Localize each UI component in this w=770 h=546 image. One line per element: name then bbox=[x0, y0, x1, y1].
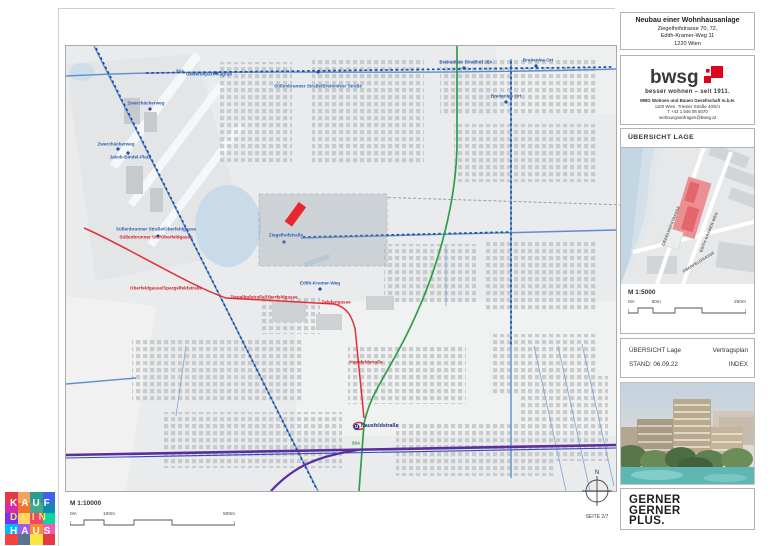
map-label: Jakob-Bindel-Platz bbox=[109, 156, 150, 161]
map-label: Süßenbrunner Str./Oberfeldgasse bbox=[119, 236, 192, 241]
minimap-labels-layer: ZIEGELHOFSTRASSE EDITH-KRAMER-WEGOBERFELD… bbox=[621, 148, 754, 284]
map-station-label: UHausfeldstraße bbox=[354, 424, 399, 430]
bwsg-block: bwsg besser wohnen – seit 1911. WBG Wohn… bbox=[620, 55, 755, 125]
bwsg-logo-square-small bbox=[706, 69, 710, 73]
title-block: Neubau einer Wohnhausanlage Ziegelhofstr… bbox=[620, 12, 755, 50]
map-scalebar: 0m 100m 500m bbox=[70, 513, 240, 529]
scale-tick-label: 0m bbox=[70, 512, 77, 517]
scale-tick-label: 0m bbox=[628, 300, 635, 305]
map-label: Ziegelhofstraße bbox=[269, 234, 303, 239]
bwsg-logo-square-large bbox=[711, 66, 723, 78]
minimap-street-label: OBERFELDGASSE bbox=[682, 251, 715, 274]
map-label: Zwerchäckerweg bbox=[97, 143, 134, 148]
minimap-street-label: EDITH-KRAMER-WEG bbox=[699, 212, 719, 253]
scale-tick-label: 100m bbox=[103, 512, 115, 517]
overview-scale-label: M 1:5000 bbox=[628, 289, 747, 296]
minimap-street-label: ZIEGELHOFSTRASSE bbox=[661, 205, 681, 246]
plan-contract: Vertragsplan bbox=[713, 347, 748, 354]
overview-minimap[interactable]: ZIEGELHOFSTRASSE EDITH-KRAMER-WEGOBERFELD… bbox=[621, 148, 754, 284]
map-label: Zwerchäckerweg bbox=[127, 102, 164, 107]
map-labels-layer: Gewerbepark Kagran26ASüßenbrunner Straße… bbox=[66, 46, 616, 491]
kaufdeinhaus-text: KAUF DEIN HAUS bbox=[5, 492, 55, 545]
map-label: Breitenleer Friedhof 26A bbox=[439, 61, 492, 66]
kaufdeinhaus-line: HAUS bbox=[10, 527, 54, 537]
project-address-2: Edith-Kramer-Weg 11 bbox=[621, 33, 754, 39]
scale-tick-label: 250m bbox=[734, 300, 746, 305]
page-number: SEITE 2/7 bbox=[577, 514, 617, 520]
map-label: Oberfeldgasse/Spargelfeldstraße bbox=[130, 287, 202, 292]
overview-scale-block: M 1:5000 0m 50m 250m bbox=[621, 284, 754, 317]
scale-tick-label: 500m bbox=[223, 512, 235, 517]
bwsg-logo: bwsg bbox=[621, 63, 754, 89]
map-scale-label: M 1:10000 bbox=[70, 500, 240, 507]
overview-block: ÜBERSICHT LAGE bbox=[620, 128, 755, 334]
architect-logo: GERNER GERNER PLUS. bbox=[620, 488, 755, 530]
overview-heading: ÜBERSICHT LAGE bbox=[621, 129, 754, 148]
compass-icon bbox=[582, 476, 612, 506]
map-label: Süßenbrunner Straße/Breitenleer Straße bbox=[274, 85, 362, 90]
compass-block: N SEITE 2/7 bbox=[577, 470, 617, 520]
map-label: Zehdengasse bbox=[321, 301, 350, 306]
map-label: Edith-Kramer-Weg bbox=[300, 282, 340, 287]
bwsg-company: WBG Wohnen und Bauen Gesellschaft m.b.H. bbox=[621, 98, 754, 104]
kaufdeinhaus-logo[interactable]: KAUF DEIN HAUS bbox=[5, 492, 55, 545]
project-address-1: Ziegelhofstrasse 70, 72, bbox=[621, 26, 754, 32]
map-label: Hausfeldstraße bbox=[349, 361, 382, 366]
map-label: 26A bbox=[176, 70, 184, 75]
bwsg-logo-text: bwsg bbox=[650, 67, 699, 88]
map-label: Ziegelhofstraße/Oberfeldgasse bbox=[230, 296, 297, 301]
map-scale-block: M 1:10000 0m 100m 500m bbox=[70, 500, 240, 529]
kaufdeinhaus-line: DEIN bbox=[10, 513, 50, 523]
map-label: Gewerbepark Kagran bbox=[186, 73, 232, 78]
bwsg-slogan: besser wohnen – seit 1911. bbox=[621, 89, 754, 95]
plan-type: ÜBERSICHT Lage bbox=[629, 347, 681, 354]
rendering-graphic bbox=[621, 383, 754, 484]
overview-scalebar: 0m 50m 250m bbox=[628, 301, 747, 317]
map-label: Breitenlee Ort bbox=[523, 59, 553, 64]
plan-stand: STAND: 06.09.22 bbox=[629, 361, 678, 368]
project-rendering bbox=[620, 382, 755, 485]
scale-tick-label: 50m bbox=[652, 300, 661, 305]
plan-info-block: ÜBERSICHT Lage Vertragsplan STAND: 06.09… bbox=[620, 338, 755, 378]
project-title: Neubau einer Wohnhausanlage bbox=[621, 17, 754, 24]
ubahn-station-icon: U bbox=[354, 424, 360, 430]
map-panel[interactable]: Gewerbepark Kagran26ASüßenbrunner Straße… bbox=[65, 45, 617, 492]
project-address-3: 1220 Wien bbox=[621, 41, 754, 47]
map-label: 26A bbox=[352, 442, 360, 447]
kaufdeinhaus-line: KAUF bbox=[10, 499, 54, 509]
map-label: Breitenlee Ort bbox=[491, 95, 521, 100]
bwsg-logo-square-medium bbox=[704, 76, 711, 83]
bwsg-email[interactable]: wohnungsanfragen@bwsg.at bbox=[621, 115, 754, 121]
map-label: Süßenbrunner Straße/Oberfeldgasse bbox=[116, 228, 196, 233]
plan-index: INDEX bbox=[729, 361, 748, 368]
architect-line-1: GERNER bbox=[629, 495, 754, 506]
architect-line-3: PLUS. bbox=[629, 516, 754, 527]
